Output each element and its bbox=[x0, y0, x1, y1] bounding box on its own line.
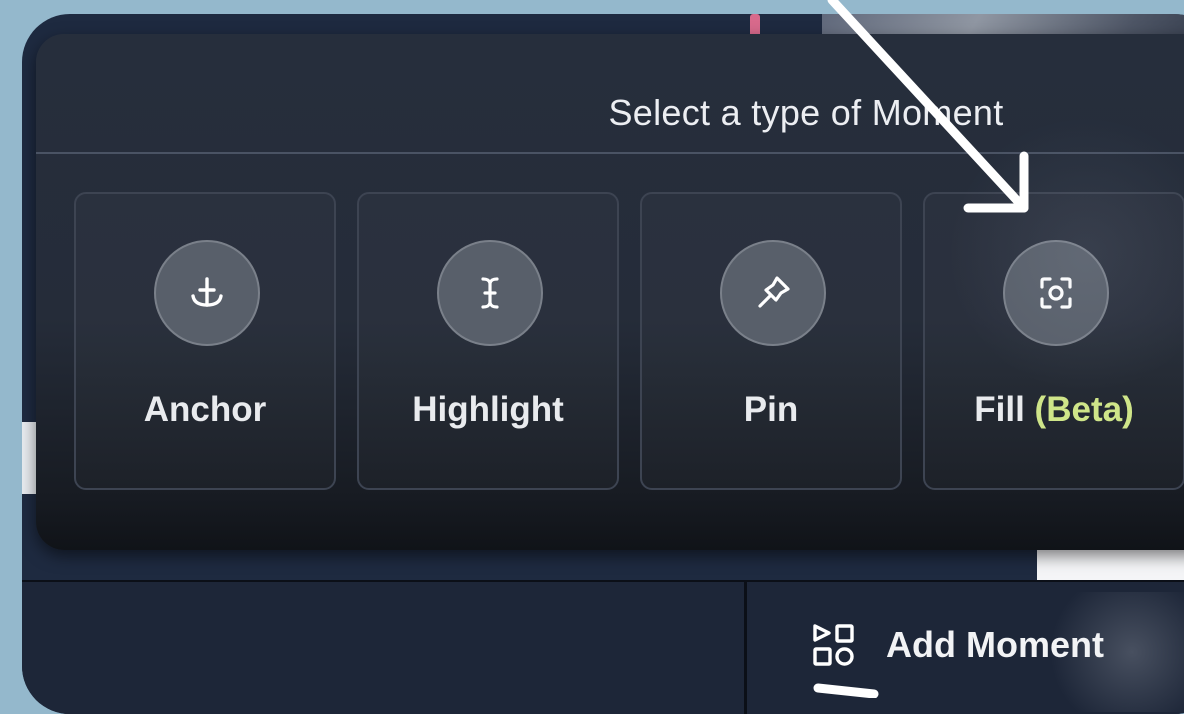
moment-type-highlight[interactable]: Highlight bbox=[357, 192, 619, 490]
moment-type-fill[interactable]: Fill (Beta) bbox=[923, 192, 1184, 490]
focus-frame-icon bbox=[1003, 240, 1109, 346]
moment-type-pin[interactable]: Pin bbox=[640, 192, 902, 490]
shapes-icon bbox=[813, 624, 854, 666]
text-cursor-icon bbox=[437, 240, 543, 346]
moment-type-anchor[interactable]: Anchor bbox=[74, 192, 336, 490]
moment-type-label: Fill (Beta) bbox=[925, 390, 1183, 430]
moment-type-label: Anchor bbox=[143, 390, 267, 429]
toolbar-divider bbox=[744, 582, 747, 714]
moment-type-label: Highlight bbox=[412, 390, 564, 429]
fill-label: Fill bbox=[974, 390, 1025, 429]
bottom-toolbar: Add Moment bbox=[22, 580, 1184, 714]
anchor-icon bbox=[154, 240, 260, 346]
menu-divider bbox=[36, 152, 1184, 154]
beta-badge: (Beta) bbox=[1034, 390, 1134, 429]
moment-type-label: Pin bbox=[743, 390, 799, 429]
pin-icon bbox=[720, 240, 826, 346]
moment-type-menu: Select a type of Moment Anchor Highlight… bbox=[36, 34, 1184, 550]
add-moment-label: Add Moment bbox=[886, 624, 1104, 665]
add-moment-button[interactable]: Add Moment bbox=[812, 620, 1104, 670]
menu-title: Select a type of Moment bbox=[608, 92, 1004, 133]
app-window: Select a type of Moment Anchor Highlight… bbox=[22, 14, 1184, 714]
